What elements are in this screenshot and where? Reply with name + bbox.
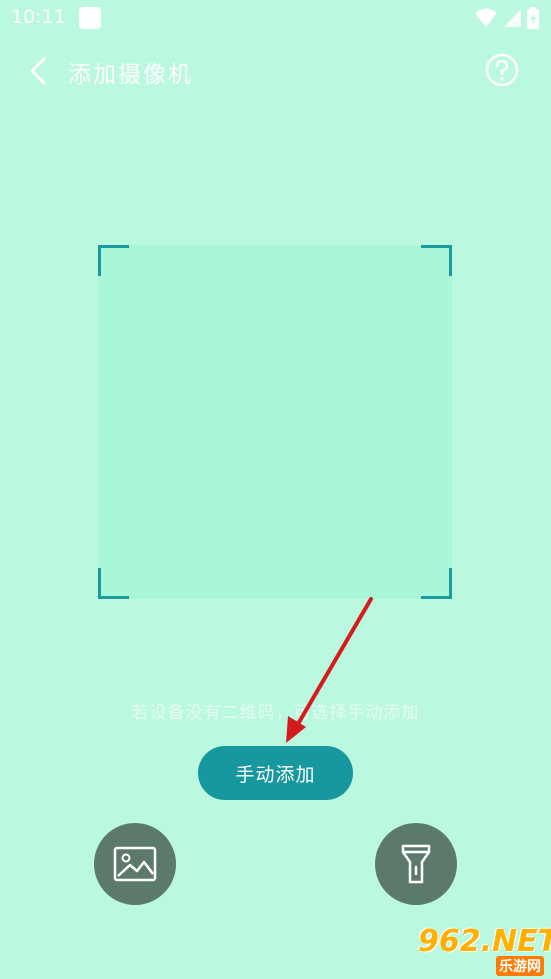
site-watermark: 962.NET 乐游网 [418,924,551,976]
image-gallery-icon [113,846,157,882]
scan-hint-text: 若设备没有二维码，可选择手动添加 [131,703,420,723]
watermark-sub: 乐游网 [496,956,544,976]
qr-scan-area [98,245,452,599]
wifi-icon [475,8,497,27]
watermark-main: 962.NET [418,924,551,959]
back-button[interactable] [20,53,56,89]
scan-corner-bottom-left [98,568,129,599]
back-arrow-icon [30,57,46,85]
page-title: 添加摄像机 [68,62,193,88]
help-circle-icon [485,53,519,87]
status-bar: 10:11 [0,0,551,38]
scan-corner-top-left [98,245,129,276]
status-indicators [475,6,539,30]
flashlight-button[interactable] [375,823,457,905]
flashlight-icon [401,844,431,884]
help-button[interactable] [484,52,520,88]
notification-app-icon [79,7,101,29]
app-bar: 添加摄像机 [0,45,551,97]
battery-icon [527,7,539,29]
gallery-button[interactable] [94,823,176,905]
status-time: 10:11 [11,6,66,28]
manual-add-button[interactable]: 手动添加 [198,746,353,800]
scan-corner-bottom-right [421,568,452,599]
signal-icon [504,9,521,27]
scan-corner-top-right [421,245,452,276]
